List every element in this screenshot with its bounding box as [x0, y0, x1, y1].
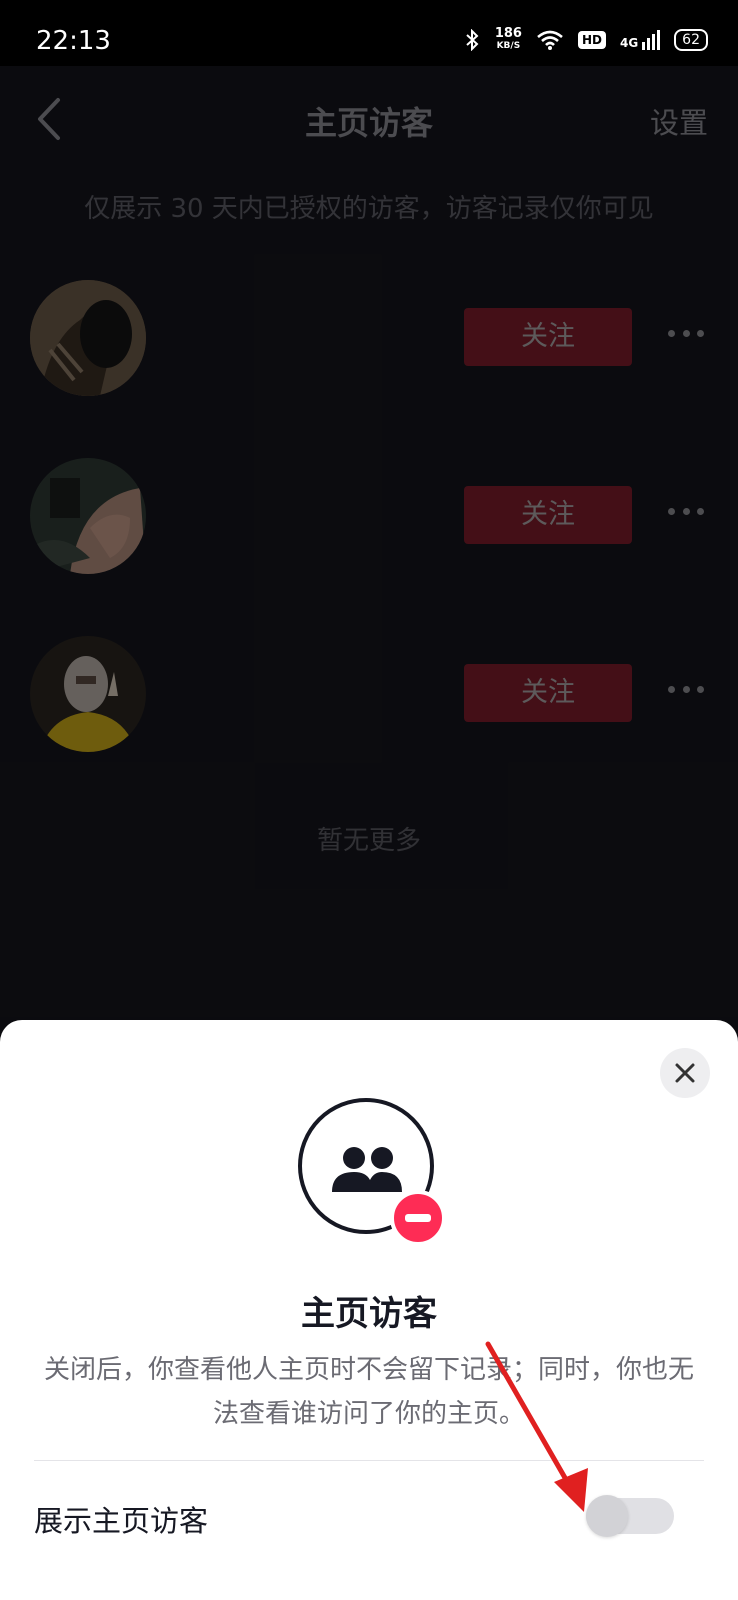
battery-indicator: 62: [674, 29, 708, 51]
network-type: 4G: [620, 30, 661, 50]
signal-icon: [642, 30, 661, 50]
wifi-icon: [537, 30, 563, 50]
show-visitors-label: 展示主页访客: [34, 1504, 209, 1538]
close-button[interactable]: [660, 1048, 710, 1098]
visitors-settings-sheet: 主页访客 关闭后，你查看他人主页时不会留下记录；同时，你也无法查看谁访问了你的主…: [0, 1020, 738, 1600]
network-speed: 186 KB/S: [494, 26, 522, 51]
close-icon: [675, 1063, 695, 1083]
annotation-arrow-icon: [485, 1341, 588, 1512]
status-time: 22:13: [36, 26, 111, 56]
status-bar: 22:13 186 KB/S HD 4G 62: [0, 0, 738, 66]
visitors-off-icon: [298, 1098, 444, 1244]
status-icons: 186 KB/S HD 4G 62: [463, 26, 708, 52]
hd-badge: HD: [577, 31, 606, 49]
sheet-title: 主页访客: [301, 1294, 437, 1334]
bluetooth-icon: [466, 29, 479, 51]
